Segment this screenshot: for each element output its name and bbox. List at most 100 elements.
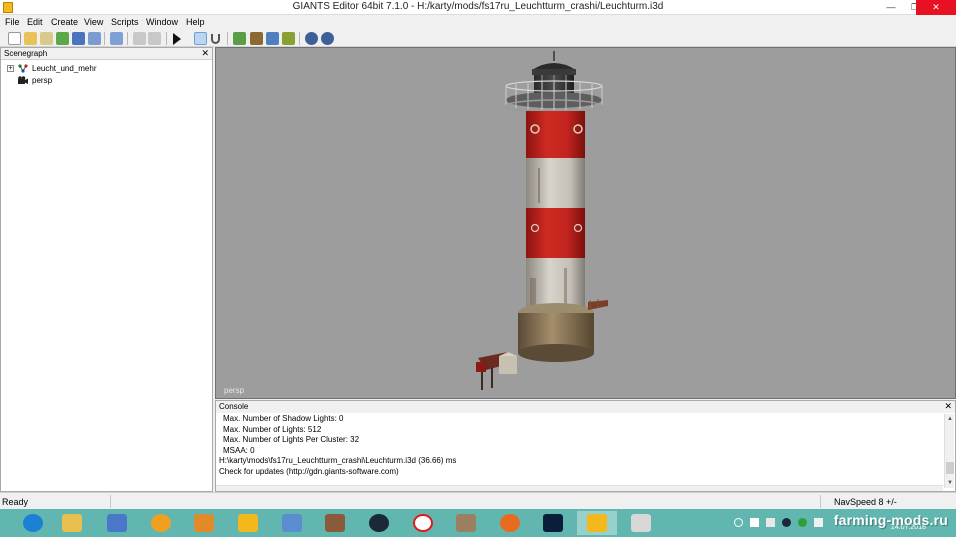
sculpt-icon[interactable] [266,32,279,45]
taskbar-app-photoshop[interactable] [533,511,573,535]
foliage-icon[interactable] [282,32,295,45]
window-title: GIANTS Editor 64bit 7.1.0 - H:/karty/mod… [292,1,664,12]
new-file-icon[interactable] [8,32,21,45]
menu-window[interactable]: Window [146,17,178,27]
magnet-icon[interactable] [211,34,220,44]
taskbar-app-viewer[interactable] [621,511,661,535]
play-icon[interactable] [173,33,181,45]
status-bar: Ready NavSpeed 8 +/- [0,492,956,509]
undo-icon[interactable] [133,32,146,45]
menu-scripts[interactable]: Scripts [111,17,139,27]
toolbar-separator [104,32,105,45]
calculator-icon [282,514,302,532]
taskbar-app-giants-active[interactable] [577,511,617,535]
console-line: Max. Number of Lights: 512 [223,424,322,434]
menu-edit[interactable]: Edit [27,17,43,27]
console-title: Console [219,402,249,411]
close-icon[interactable]: ✕ [201,48,209,59]
toolbar-separator [227,32,228,45]
tray-status-icon[interactable] [734,518,743,527]
scroll-thumb[interactable] [946,462,954,474]
menu-view[interactable]: View [84,17,103,27]
title-bar: GIANTS Editor 64bit 7.1.0 - H:/karty/mod… [0,0,956,15]
transform-group-icon [18,64,28,73]
settings-gear-2-icon[interactable] [321,32,334,45]
steam-icon [369,514,389,532]
scenegraph-title: Scenegraph [4,49,48,58]
close-button[interactable]: ✕ [916,0,956,15]
photoshop-icon [543,514,563,532]
status-divider [820,495,821,508]
console-vertical-scrollbar[interactable]: ▲ ▼ [944,414,954,488]
toolbar [0,30,956,47]
toolbar-separator [299,32,300,45]
open-file-icon[interactable] [24,32,37,45]
scenegraph-header: Scenegraph ✕ [1,48,212,60]
tray-security-icon[interactable] [798,518,807,527]
paintbrush-app-icon [456,514,476,532]
scroll-down-icon[interactable]: ▼ [945,478,955,488]
giants-editor-icon [238,514,258,532]
taskbar-app-explorer[interactable] [52,511,92,535]
toolbar-separator [166,32,167,45]
taskbar-app-calculator[interactable] [272,511,312,535]
firefox-icon [500,514,520,532]
close-icon[interactable]: ✕ [944,401,952,412]
expand-icon[interactable]: + [7,65,14,72]
taskbar-app-paint[interactable] [97,511,137,535]
taskbar-app-paintbrush[interactable] [446,511,486,535]
edit-file-icon[interactable] [40,32,53,45]
redaction-mark [776,461,886,475]
select-icon[interactable] [194,32,207,45]
taskbar-app-cloud[interactable] [141,511,181,535]
export-icon[interactable] [88,32,101,45]
redo-icon[interactable] [148,32,161,45]
tree-node-label: persp [32,76,53,85]
scenegraph-panel: Scenegraph ✕ + Leucht_und_mehr persp [0,47,213,492]
status-navspeed: NavSpeed 8 +/- [834,497,897,507]
toolbar-separator [127,32,128,45]
save-icon[interactable] [72,32,85,45]
media-player-icon [194,514,214,532]
refresh-icon[interactable] [56,32,69,45]
image-viewer-icon [631,514,651,532]
taskbar-app-ie[interactable] [13,511,53,535]
console-line: Max. Number of Shadow Lights: 0 [223,414,344,423]
file-explorer-icon [62,514,82,532]
taskbar-app-media[interactable] [184,511,224,535]
console-line: Max. Number of Lights Per Cluster: 32 [223,435,360,444]
system-tray: 24.07.2018 farming-mods.ru [730,509,956,537]
console-horizontal-scrollbar[interactable] [216,485,943,491]
taskbar-app-giants[interactable] [228,511,268,535]
history-icon[interactable] [110,32,123,45]
tray-app-icon[interactable] [750,518,759,527]
yandex-browser-icon [413,514,433,532]
taskbar-app-yandex[interactable] [403,511,443,535]
scroll-up-icon[interactable]: ▲ [945,414,955,424]
giants-editor-active-icon [587,514,607,532]
paint-icon[interactable] [250,32,263,45]
taskbar-app-steam[interactable] [359,511,399,535]
menu-file[interactable]: File [5,17,20,27]
taskbar-app-firefox[interactable] [490,511,530,535]
lighthouse-model [476,51,608,390]
menu-bar: File Edit Create View Scripts Window Hel… [0,15,956,30]
menu-help[interactable]: Help [186,17,205,27]
taskbar: 24.07.2018 farming-mods.ru [0,509,956,537]
tray-steam-icon[interactable] [782,518,791,527]
cube-app-icon [325,514,345,532]
settings-gear-icon[interactable] [305,32,318,45]
tree-node-label: Leucht_und_mehr [32,64,97,73]
watermark: farming-mods.ru [833,512,948,528]
minimize-button[interactable]: — [878,0,904,15]
menu-create[interactable]: Create [51,17,78,27]
console-header: Console ✕ [216,401,955,413]
3d-viewport[interactable]: persp [215,47,956,399]
terrain-icon[interactable] [233,32,246,45]
taskbar-app-cube[interactable] [315,511,355,535]
tray-network-icon[interactable] [766,518,775,527]
paint-app-icon [107,514,127,532]
viewport-camera-label: persp [224,386,245,395]
console-panel: Console ✕ Max. Number of Shadow Lights: … [215,400,956,492]
tray-volume-icon[interactable] [814,518,823,527]
